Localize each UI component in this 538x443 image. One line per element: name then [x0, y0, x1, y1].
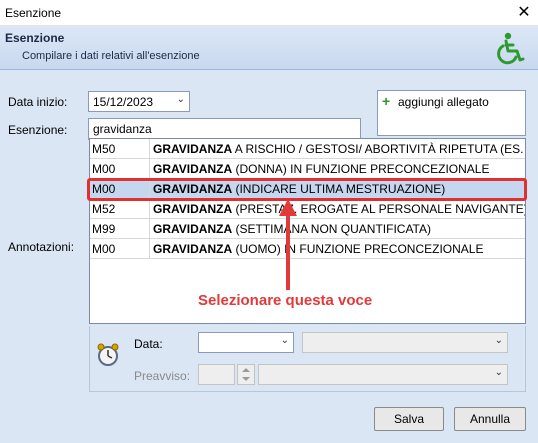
- preavviso-label: Preavviso:: [134, 369, 191, 383]
- list-item[interactable]: M50 GRAVIDANZA A RISCHIO / GESTOSI/ ABOR…: [90, 139, 525, 159]
- data-inizio-value: 15/12/2023: [93, 95, 154, 109]
- preavviso-spinner[interactable]: [237, 364, 255, 385]
- add-attachment-link[interactable]: aggiungi allegato: [398, 95, 489, 109]
- plus-icon[interactable]: +: [382, 94, 390, 108]
- exemption-code: M00: [92, 242, 116, 256]
- exemption-description: GRAVIDANZA (DONNA) IN FUNZIONE PRECONCEZ…: [153, 162, 490, 176]
- wheelchair-icon: [497, 32, 525, 65]
- reminder-type-select[interactable]: ⌄: [302, 332, 508, 353]
- chevron-down-icon[interactable]: ⌄: [281, 335, 289, 346]
- alarm-clock-icon: [97, 343, 119, 366]
- preavviso-number-input[interactable]: [198, 364, 235, 385]
- exemption-code: M99: [92, 222, 116, 236]
- exemption-description: GRAVIDANZA (PRESTAZ. EROGATE AL PERSONAL…: [153, 202, 526, 216]
- preavviso-unit-select[interactable]: ⌄: [258, 364, 508, 385]
- header-subtitle: Compilare i dati relativi all'esenzione: [22, 50, 200, 62]
- esenzione-search-input[interactable]: gravidanza: [88, 118, 361, 140]
- reminder-date-picker[interactable]: ⌄: [198, 332, 294, 353]
- annotation-arrow-icon: [279, 199, 297, 290]
- chevron-down-icon[interactable]: ⌄: [177, 94, 185, 105]
- window-title: Esenzione: [5, 6, 62, 20]
- exemption-description: GRAVIDANZA (UOMO) IN FUNZIONE PRECONCEZI…: [153, 242, 484, 256]
- annotation-callout: Selezionare questa voce: [198, 292, 373, 309]
- close-icon[interactable]: ✕: [514, 3, 534, 23]
- highlight-box: [87, 178, 527, 201]
- exemption-code: M52: [92, 202, 116, 216]
- exemption-code: M50: [92, 142, 116, 156]
- annotazioni-label: Annotazioni:: [8, 240, 75, 254]
- list-item[interactable]: M00 GRAVIDANZA (DONNA) IN FUNZIONE PRECO…: [90, 159, 525, 179]
- header-title: Esenzione: [5, 31, 65, 45]
- exemption-description: GRAVIDANZA A RISCHIO / GESTOSI/ ABORTIVI…: [153, 142, 525, 156]
- data-inizio-date-picker[interactable]: 15/12/2023 ⌄: [88, 91, 190, 112]
- reminder-date-label: Data:: [134, 337, 163, 351]
- save-button[interactable]: Salva: [374, 407, 444, 431]
- exemption-code: M00: [92, 162, 116, 176]
- dialog-header: Esenzione Compilare i dati relativi all'…: [0, 26, 538, 70]
- chevron-down-icon[interactable]: ⌄: [495, 335, 503, 346]
- chevron-down-icon[interactable]: ⌄: [495, 367, 503, 378]
- list-item[interactable]: M00 GRAVIDANZA (UOMO) IN FUNZIONE PRECON…: [90, 239, 525, 259]
- data-inizio-label: Data inizio:: [8, 95, 68, 109]
- window-titlebar: Esenzione ✕: [0, 0, 538, 26]
- cancel-button[interactable]: Annulla: [454, 407, 526, 431]
- list-item[interactable]: M99 GRAVIDANZA (SETTIMANA NON QUANTIFICA…: [90, 219, 525, 239]
- attachments-box[interactable]: + aggiungi allegato: [377, 90, 526, 136]
- list-item[interactable]: M52 GRAVIDANZA (PRESTAZ. EROGATE AL PERS…: [90, 199, 526, 219]
- spinner-arrows-icon: [242, 368, 250, 381]
- esenzione-input-value: gravidanza: [93, 122, 152, 136]
- esenzione-label: Esenzione:: [8, 123, 68, 137]
